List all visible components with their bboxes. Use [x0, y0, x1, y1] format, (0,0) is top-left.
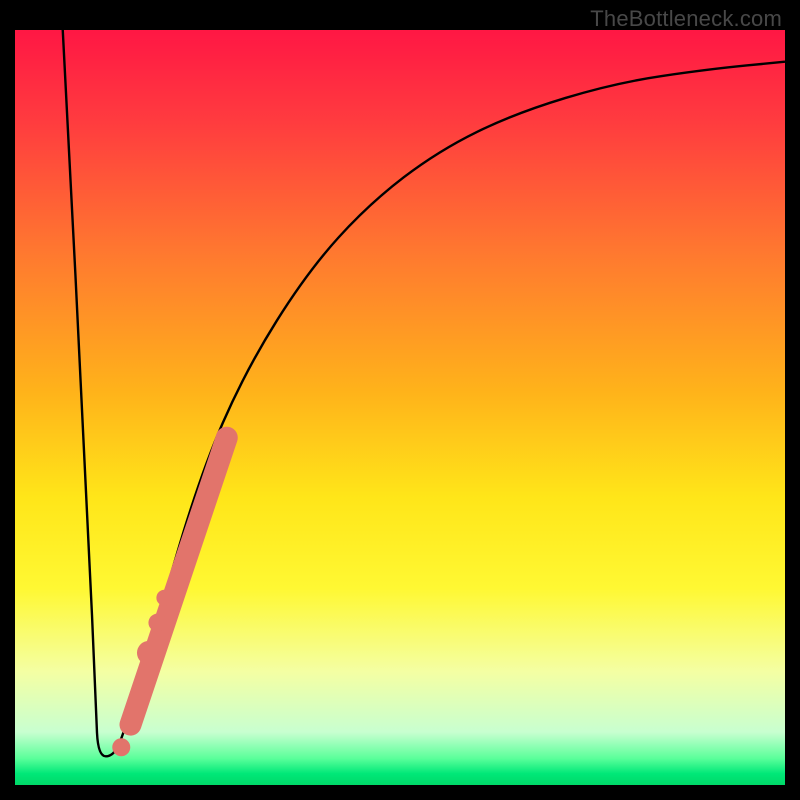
highlight-dot: [112, 738, 130, 756]
highlight-dot: [148, 614, 166, 632]
bottleneck-chart: TheBottleneck.com: [0, 0, 800, 800]
highlight-dot: [156, 590, 172, 606]
highlight-dot: [137, 641, 161, 665]
watermark-text: TheBottleneck.com: [590, 6, 782, 32]
chart-background: [15, 30, 785, 785]
chart-svg: [0, 0, 800, 800]
